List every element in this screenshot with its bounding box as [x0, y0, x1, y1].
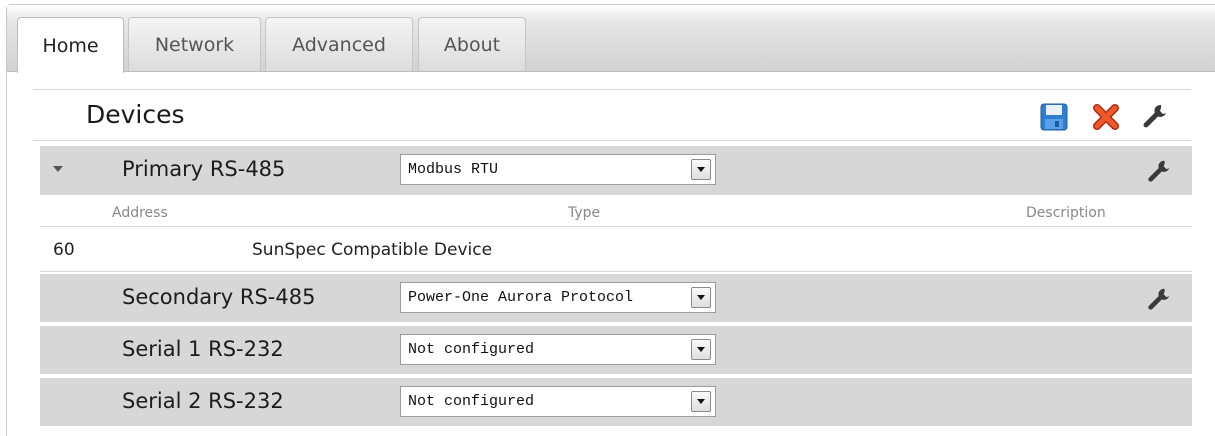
tab-advanced[interactable]: Advanced	[265, 17, 413, 71]
wrench-icon[interactable]	[1146, 158, 1172, 184]
tab-network[interactable]: Network	[128, 17, 261, 71]
protocol-select-value: Not configured	[408, 341, 535, 358]
protocol-select[interactable]: Modbus RTU	[400, 154, 716, 185]
wrench-icon[interactable]	[1146, 286, 1172, 312]
port-row-serial2-rs232: Serial 2 RS-232 Not configured	[40, 378, 1192, 428]
port-name: Primary RS-485	[122, 157, 286, 181]
port-name: Secondary RS-485	[122, 285, 316, 309]
title-divider	[33, 140, 1191, 141]
protocol-select[interactable]: Power-One Aurora Protocol	[400, 282, 716, 313]
collapse-caret-icon[interactable]	[53, 166, 63, 172]
protocol-select[interactable]: Not configured	[400, 386, 716, 417]
protocol-select-value: Not configured	[408, 393, 535, 410]
dropdown-arrow-icon[interactable]	[691, 339, 711, 360]
port-row-primary-rs485: Primary RS-485 Modbus RTU	[40, 146, 1192, 197]
close-icon[interactable]	[1092, 103, 1120, 131]
column-header-address: Address	[112, 205, 168, 221]
row-divider	[40, 271, 1192, 272]
dropdown-arrow-icon[interactable]	[691, 391, 711, 412]
wrench-icon[interactable]	[1141, 102, 1169, 130]
tab-about[interactable]: About	[418, 17, 526, 71]
port-row-secondary-rs485: Secondary RS-485 Power-One Aurora Protoc…	[40, 274, 1192, 324]
protocol-select-value: Power-One Aurora Protocol	[408, 289, 634, 306]
port-name: Serial 2 RS-232	[122, 389, 284, 413]
column-header-description: Description	[1026, 205, 1106, 221]
header-divider	[33, 89, 1191, 90]
table-header-divider	[40, 226, 1192, 227]
page-title: Devices	[86, 100, 185, 129]
port-row-serial1-rs232: Serial 1 RS-232 Not configured	[40, 326, 1192, 376]
protocol-select[interactable]: Not configured	[400, 334, 716, 365]
device-type: SunSpec Compatible Device	[252, 240, 493, 260]
tab-home[interactable]: Home	[17, 17, 124, 73]
dropdown-arrow-icon[interactable]	[691, 287, 711, 308]
dropdown-arrow-icon[interactable]	[691, 159, 711, 180]
column-header-type: Type	[568, 205, 601, 221]
port-name: Serial 1 RS-232	[122, 337, 284, 361]
tab-bar: Home Network Advanced About	[7, 5, 1215, 73]
save-icon[interactable]	[1040, 103, 1068, 131]
protocol-select-value: Modbus RTU	[408, 161, 499, 178]
device-address: 60	[53, 240, 75, 260]
